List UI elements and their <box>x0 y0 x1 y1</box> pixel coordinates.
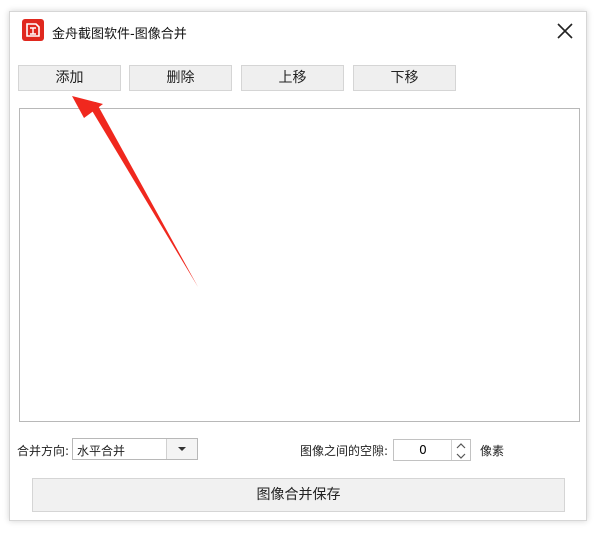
move-up-button[interactable]: 上移 <box>241 65 344 91</box>
merge-direction-select[interactable]: 水平合并 <box>72 438 198 460</box>
dropdown-button[interactable] <box>166 439 197 459</box>
spin-buttons <box>451 440 470 460</box>
merge-save-button[interactable]: 图像合并保存 <box>32 478 565 512</box>
spacing-input[interactable] <box>394 440 452 460</box>
add-button[interactable]: 添加 <box>18 65 121 91</box>
spacing-label: 图像之间的空隙: <box>300 444 389 458</box>
title-bar: 金舟截图软件-图像合并 <box>10 12 586 50</box>
spacing-stepper[interactable] <box>393 439 471 461</box>
image-merge-window: 金舟截图软件-图像合并 添加 删除 上移 下移 合并方向: 水平合并 图像之间的… <box>9 11 587 521</box>
window-title: 金舟截图软件-图像合并 <box>52 27 187 42</box>
chevron-down-icon <box>178 447 186 451</box>
app-logo-icon <box>22 19 44 41</box>
spacing-unit-label: 像素 <box>480 444 505 458</box>
merge-direction-value: 水平合并 <box>77 444 126 458</box>
image-list[interactable] <box>19 108 580 422</box>
chevron-up-icon[interactable] <box>452 440 470 450</box>
close-icon[interactable] <box>552 18 578 44</box>
chevron-down-icon[interactable] <box>452 450 470 460</box>
merge-direction-label: 合并方向: <box>17 444 70 458</box>
delete-button[interactable]: 删除 <box>129 65 232 91</box>
move-down-button[interactable]: 下移 <box>353 65 456 91</box>
